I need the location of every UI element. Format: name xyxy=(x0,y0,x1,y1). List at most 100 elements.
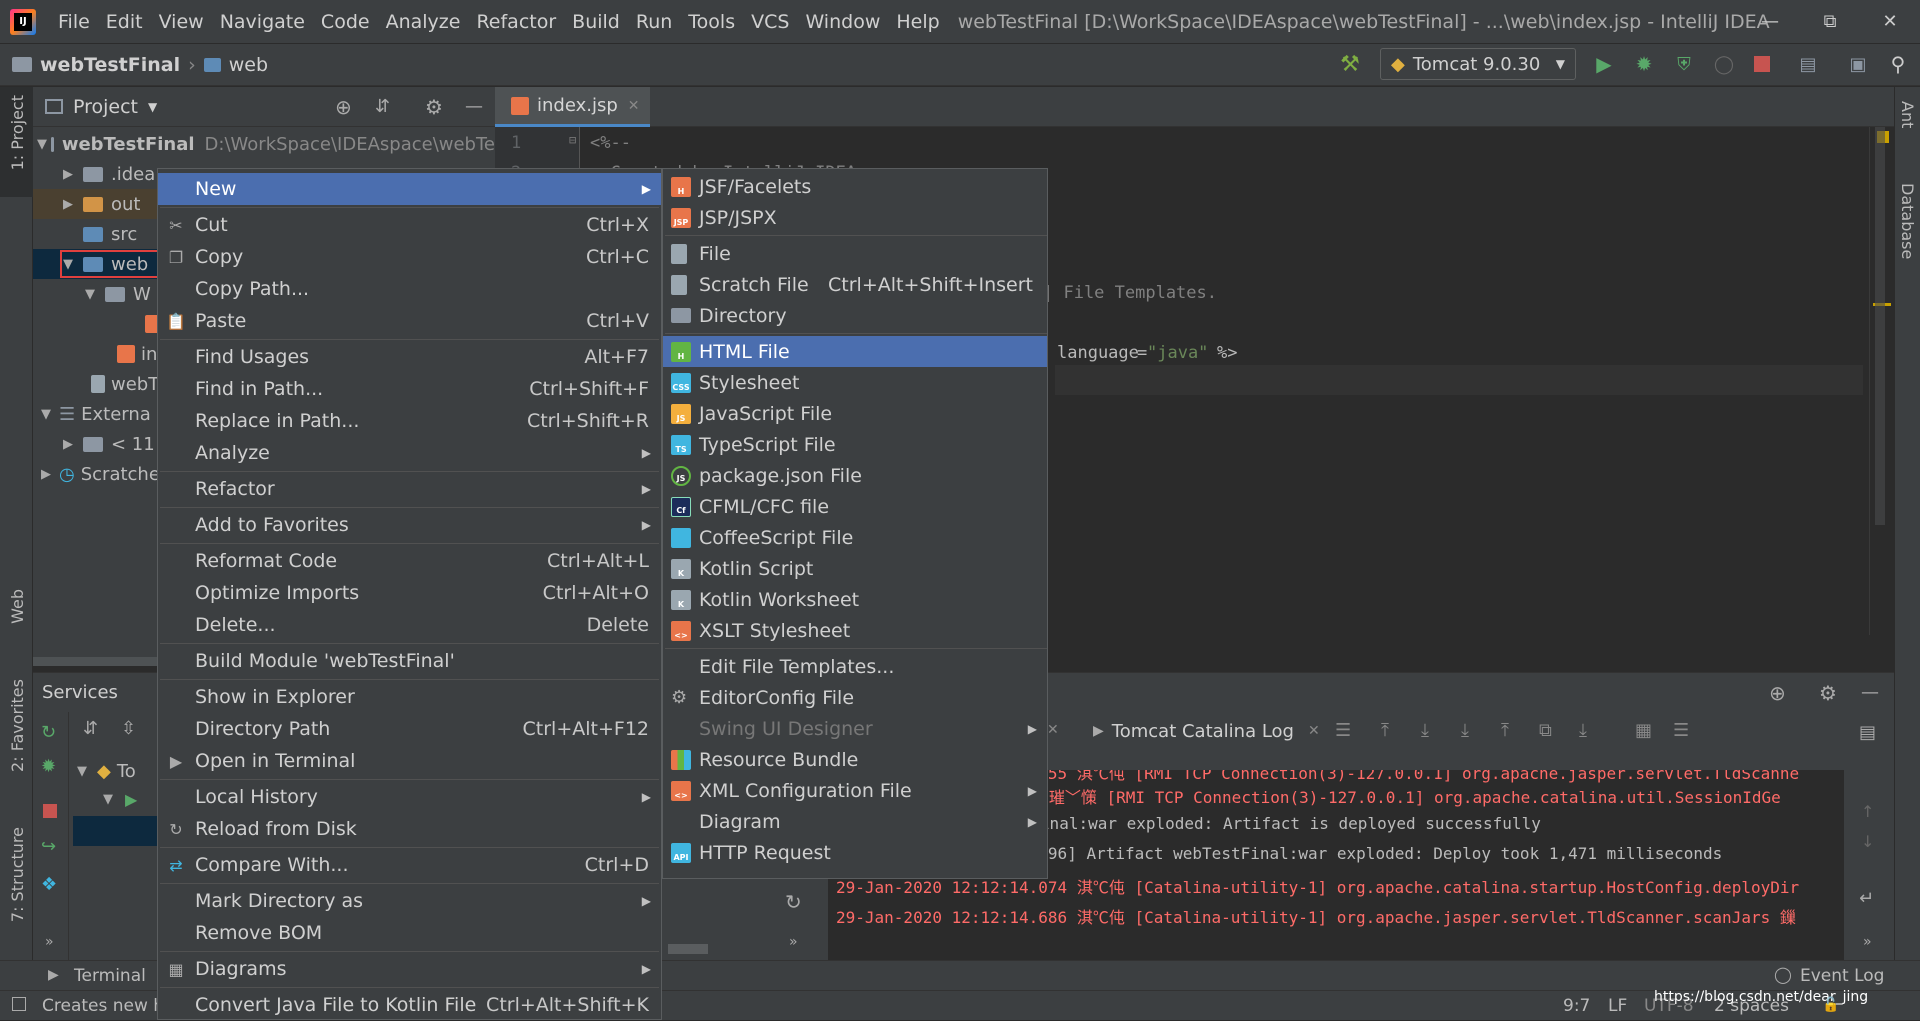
more-icon[interactable]: » xyxy=(1863,934,1872,950)
tree-item-root[interactable]: ▼ webTestFinal D:\WorkSpace\IDEAspace\we… xyxy=(33,129,495,159)
restore-icon[interactable]: ⧉ xyxy=(1800,0,1860,44)
new-item-html-file[interactable]: H HTML File xyxy=(663,336,1047,367)
soft-wrap-icon[interactable]: ↵ xyxy=(1859,888,1874,909)
chevron-down-icon[interactable]: ▼ xyxy=(148,100,157,114)
new-item-xml-configuration-file[interactable]: <> XML Configuration File ▶ xyxy=(663,775,1047,806)
menu-item-find-in-path[interactable]: Find in Path... Ctrl+Shift+F xyxy=(158,373,661,405)
profile-icon[interactable]: ◯ xyxy=(1712,52,1736,76)
new-item-package-json[interactable]: JS package.json File xyxy=(663,460,1047,491)
download-icon[interactable]: ⤓ xyxy=(1461,720,1469,741)
menu-tools[interactable]: Tools xyxy=(680,11,743,33)
rerun-icon[interactable]: ↻ xyxy=(41,722,56,743)
debug-bug-icon[interactable]: ✹ xyxy=(1632,52,1656,76)
new-item-kotlin-script[interactable]: K Kotlin Script xyxy=(663,553,1047,584)
collapsed-arrow-icon[interactable]: ▶ xyxy=(59,167,77,182)
menu-item-compare-with[interactable]: ⇄ Compare With... Ctrl+D xyxy=(158,849,661,881)
locate-target-icon[interactable]: ⊕ xyxy=(1769,681,1786,705)
search-icon[interactable]: ⚲ xyxy=(1886,52,1910,76)
caret-position[interactable]: 9:7 xyxy=(1563,996,1590,1016)
more-icon[interactable]: » xyxy=(45,934,54,950)
scroll-up-arrow-icon[interactable]: ↑ xyxy=(1861,802,1874,821)
upload-icon[interactable]: ⤒ xyxy=(1501,720,1509,741)
refresh-icon[interactable]: ↻ xyxy=(785,890,802,914)
menu-item-refactor[interactable]: Refactor ▶ xyxy=(158,473,661,505)
close-icon[interactable]: ✕ xyxy=(1860,0,1920,44)
terminal-layout-icon[interactable]: ▣ xyxy=(1846,52,1870,76)
collapsed-arrow-icon[interactable]: ▶ xyxy=(37,467,55,482)
layout-icon[interactable]: ▤ xyxy=(1859,722,1876,743)
collapsed-arrow-icon[interactable]: ▶ xyxy=(59,437,77,452)
expand-arrow-icon[interactable]: ▼ xyxy=(37,137,47,152)
menu-lines-icon[interactable]: ☰ xyxy=(1335,720,1351,741)
log-tab-catalina[interactable]: ▶ Tomcat Catalina Log ✕ xyxy=(1093,716,1320,746)
fold-icon[interactable]: ⊟ xyxy=(569,133,576,147)
new-item-scratch-file[interactable]: Scratch File Ctrl+Alt+Shift+Insert xyxy=(663,269,1047,300)
table-icon[interactable]: ▦ xyxy=(1635,720,1652,741)
toggle-tool-windows-icon[interactable] xyxy=(12,997,26,1011)
new-item-jsf-facelets[interactable]: H JSF/Facelets xyxy=(663,171,1047,202)
menu-item-find-usages[interactable]: Find Usages Alt+F7 xyxy=(158,341,661,373)
menu-item-paste[interactable]: 📋 Paste Ctrl+V xyxy=(158,305,661,337)
line-separator[interactable]: LF xyxy=(1608,996,1627,1016)
collapse-all-icon[interactable]: ⇳ xyxy=(121,718,136,739)
menu-item-remove-bom[interactable]: Remove BOM xyxy=(158,917,661,949)
new-item-directory[interactable]: Directory xyxy=(663,300,1047,331)
services-scrollbar[interactable] xyxy=(668,944,708,954)
menu-analyze[interactable]: Analyze xyxy=(378,11,469,33)
menu-item-copy-path[interactable]: Copy Path... xyxy=(158,273,661,305)
expand-all-icon[interactable]: ⇵ xyxy=(83,718,98,739)
collapsed-arrow-icon[interactable]: ▶ xyxy=(59,197,77,212)
menu-item-local-history[interactable]: Local History ▶ xyxy=(158,781,661,813)
stop-icon[interactable] xyxy=(1750,52,1774,76)
menu-item-add-to-favorites[interactable]: Add to Favorites ▶ xyxy=(158,509,661,541)
menu-item-analyze[interactable]: Analyze ▶ xyxy=(158,437,661,469)
download-icon[interactable]: ⤓ xyxy=(1421,720,1429,741)
project-structure-icon[interactable]: ▤ xyxy=(1796,52,1820,76)
menu-item-reformat-code[interactable]: Reformat Code Ctrl+Alt+L xyxy=(158,545,661,577)
breadcrumb-project[interactable]: webTestFinal xyxy=(40,54,180,76)
project-tool-tab[interactable]: 1: Project xyxy=(8,95,27,170)
locate-target-icon[interactable]: ⊕ xyxy=(335,95,352,119)
menu-item-build-module[interactable]: Build Module 'webTestFinal' xyxy=(158,645,661,677)
vertical-scrollbar[interactable] xyxy=(1875,127,1885,525)
event-log-tab[interactable]: Event Log xyxy=(1800,966,1884,986)
breadcrumb[interactable]: webTestFinal › web xyxy=(12,54,268,76)
deploy-icon[interactable]: ↪ xyxy=(41,836,56,857)
menu-view[interactable]: View xyxy=(151,11,212,33)
ant-tool-tab[interactable]: Ant xyxy=(1898,101,1917,128)
menu-item-mark-directory-as[interactable]: Mark Directory as ▶ xyxy=(158,885,661,917)
lock-icon[interactable]: 🔓 xyxy=(1822,997,1839,1013)
menu-item-replace-in-path[interactable]: Replace in Path... Ctrl+Shift+R xyxy=(158,405,661,437)
terminal-tab[interactable]: Terminal xyxy=(74,966,146,986)
coverage-icon[interactable]: ⛨ xyxy=(1672,52,1696,76)
new-item-diagram[interactable]: Diagram ▶ xyxy=(663,806,1047,837)
hide-panel-icon[interactable]: — xyxy=(1861,682,1879,703)
new-item-http-request[interactable]: API HTTP Request xyxy=(663,837,1047,868)
expand-arrow-icon[interactable]: ▼ xyxy=(73,764,91,779)
hide-panel-icon[interactable]: — xyxy=(465,96,483,117)
build-hammer-icon[interactable]: ⚒ xyxy=(1338,52,1362,77)
menu-window[interactable]: Window xyxy=(797,11,888,33)
new-item-resource-bundle[interactable]: Resource Bundle xyxy=(663,744,1047,775)
columns-icon[interactable]: ☰ xyxy=(1673,720,1689,741)
artifact-icon[interactable]: ❖ xyxy=(41,874,57,895)
menu-edit[interactable]: Edit xyxy=(98,11,151,33)
new-item-xslt-stylesheet[interactable]: <> XSLT Stylesheet xyxy=(663,615,1047,646)
menu-item-open-in-terminal[interactable]: ▶ Open in Terminal xyxy=(158,745,661,777)
menu-item-new[interactable]: New ▶ xyxy=(158,173,661,205)
restore-icon[interactable]: ⧉ xyxy=(1539,720,1552,741)
menu-refactor[interactable]: Refactor xyxy=(468,11,564,33)
scroll-down-arrow-icon[interactable]: ↓ xyxy=(1861,832,1874,851)
new-item-cfml-file[interactable]: Cf CFML/CFC file xyxy=(663,491,1047,522)
menu-file[interactable]: File xyxy=(50,11,98,33)
menu-code[interactable]: Code xyxy=(313,11,378,33)
breadcrumb-folder[interactable]: web xyxy=(229,54,268,76)
stop-icon[interactable] xyxy=(43,804,57,818)
close-tab-icon[interactable]: ✕ xyxy=(628,98,640,114)
collapse-all-icon[interactable]: ⇵ xyxy=(375,96,390,117)
more-icon[interactable]: » xyxy=(789,934,798,950)
menu-run[interactable]: Run xyxy=(628,11,680,33)
expand-arrow-icon[interactable]: ▼ xyxy=(37,407,55,422)
menu-item-show-in-explorer[interactable]: Show in Explorer xyxy=(158,681,661,713)
new-item-kotlin-worksheet[interactable]: K Kotlin Worksheet xyxy=(663,584,1047,615)
